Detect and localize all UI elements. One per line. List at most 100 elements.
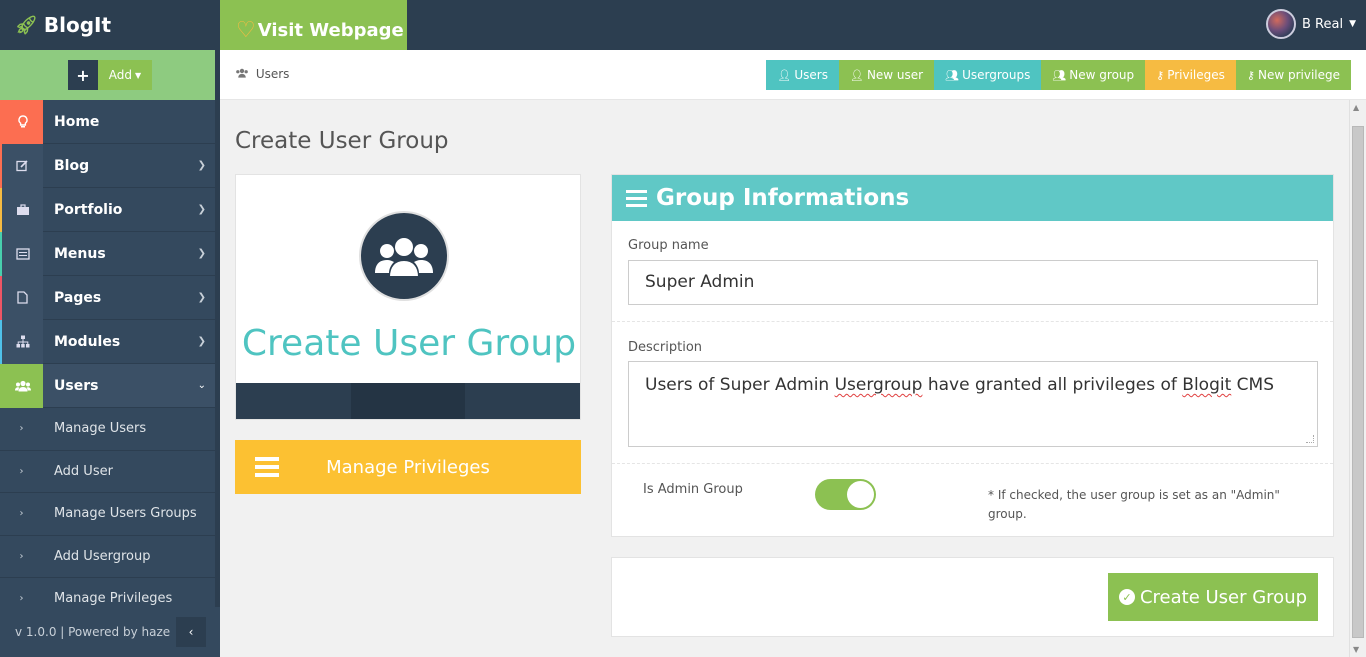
key-icon: ⚷ <box>1246 68 1255 82</box>
edit-icon <box>0 143 43 188</box>
visit-webpage-button[interactable]: ♡ Visit Webpage <box>220 0 407 50</box>
quick-new-privilege-button[interactable]: ⚷ New privilege <box>1235 60 1351 90</box>
sidebar-subitem-label: Add User <box>54 463 113 479</box>
sitemap-icon <box>0 319 43 364</box>
group-name-label: Group name <box>628 238 709 253</box>
action-panel: ✓ Create User Group <box>611 557 1334 637</box>
add-button-group: + Add ▼ <box>68 60 152 90</box>
sidebar-item-users[interactable]: Users ⌄ <box>0 363 220 408</box>
version-text: v 1.0.0 | Powered by haze <box>15 625 171 639</box>
menu-icon <box>626 189 647 207</box>
user-menu[interactable]: B Real ▼ <box>1266 9 1356 39</box>
sidebar-scroll-edge <box>215 50 220 607</box>
user-name: B Real <box>1302 16 1344 32</box>
panel-title: Group Informations <box>656 185 910 211</box>
manage-privileges-button[interactable]: Manage Privileges <box>235 440 581 494</box>
create-user-group-button[interactable]: ✓ Create User Group <box>1108 573 1318 621</box>
brand-logo[interactable]: 🚀︎ BlogIt <box>0 0 220 50</box>
visit-webpage-label: Visit Webpage <box>257 19 404 41</box>
avatar <box>1266 9 1296 39</box>
sidebar-subitem-add-usergroup[interactable]: › Add Usergroup <box>0 535 220 578</box>
group-name-input[interactable]: Super Admin <box>628 260 1318 305</box>
card-footer-cell <box>350 383 466 419</box>
chevron-right-icon: › <box>19 423 24 435</box>
breadcrumb-bar: Users 👤︎ Users 👤︎ New user 👥︎ Usergroups… <box>220 50 1366 100</box>
sidebar-item-label: Portfolio <box>54 201 123 218</box>
sidebar-item-label: Blog <box>54 157 90 174</box>
sidebar-subitem-label: Manage Privileges <box>54 591 173 607</box>
quick-privileges-label: Privileges <box>1167 68 1225 82</box>
create-user-group-label: Create User Group <box>1139 586 1308 608</box>
scroll-thumb[interactable] <box>1352 126 1364 638</box>
chevron-down-icon: ❯ <box>197 204 206 215</box>
sidebar-subitem-manage-users[interactable]: › Manage Users <box>0 408 220 451</box>
users-icon: 👥︎ <box>945 68 960 82</box>
users-icon <box>235 67 253 81</box>
sidebar-item-home[interactable]: Home <box>0 99 220 144</box>
description-text: Users of Super Admin <box>645 375 835 395</box>
chevron-down-icon: ❯ <box>197 160 206 171</box>
quick-users-button[interactable]: 👤︎ Users <box>766 60 839 90</box>
description-text: CMS <box>1231 375 1274 395</box>
users-icon: 👥︎ <box>1052 68 1067 82</box>
add-plus-button[interactable]: + <box>68 60 98 90</box>
sidebar-subitem-add-user[interactable]: › Add User <box>0 450 220 493</box>
divider <box>612 321 1333 322</box>
quick-privileges-button[interactable]: ⚷ Privileges <box>1145 60 1236 90</box>
sidebar-item-label: Users <box>54 377 99 394</box>
add-dropdown-button[interactable]: Add ▼ <box>98 60 152 90</box>
quick-new-group-button[interactable]: 👥︎ New group <box>1041 60 1146 90</box>
is-admin-help: * If checked, the user group is set as a… <box>988 488 1280 521</box>
user-icon: 👤︎ <box>777 68 792 82</box>
chevron-right-icon: › <box>19 465 24 477</box>
is-admin-toggle[interactable] <box>815 479 876 510</box>
file-icon <box>0 275 43 320</box>
quick-usergroups-label: Usergroups <box>962 68 1031 82</box>
quick-users-label: Users <box>794 68 828 82</box>
quick-new-user-label: New user <box>866 68 924 82</box>
sidebar-subitem-label: Add Usergroup <box>54 548 151 564</box>
is-admin-label: Is Admin Group <box>643 482 743 497</box>
resize-handle[interactable] <box>1306 435 1314 443</box>
quick-new-group-label: New group <box>1069 68 1135 82</box>
quick-usergroups-button[interactable]: 👥︎ Usergroups <box>934 60 1042 90</box>
sidebar-item-modules[interactable]: Modules ❯ <box>0 319 220 364</box>
sidebar: + Add ▼ Home Blog ❯ Portfolio ❯ Menus ❯ <box>0 50 220 657</box>
scroll-up-icon[interactable]: ▲ <box>1353 103 1359 112</box>
caret-down-icon: ▼ <box>135 70 142 80</box>
menu-icon <box>235 457 295 477</box>
card-footer <box>236 383 581 419</box>
sidebar-item-pages[interactable]: Pages ❯ <box>0 275 220 320</box>
sidebar-item-label: Home <box>54 113 100 130</box>
sidebar-item-blog[interactable]: Blog ❯ <box>0 143 220 188</box>
user-icon: 👤︎ <box>849 68 864 82</box>
group-info-panel: Group Informations Group name Super Admi… <box>611 174 1334 537</box>
sidebar-subitem-label: Manage Users <box>54 421 147 437</box>
chevron-right-icon: › <box>19 593 24 605</box>
collapse-sidebar-button[interactable]: ‹ <box>176 617 206 647</box>
sidebar-item-portfolio[interactable]: Portfolio ❯ <box>0 187 220 232</box>
users-icon <box>0 363 43 408</box>
key-icon: ⚷ <box>1156 68 1165 82</box>
card-title: Create User Group <box>241 323 577 364</box>
check-circle-icon: ✓ <box>1118 589 1135 605</box>
sidebar-subitem-label: Manage Users Groups <box>54 506 197 522</box>
users-icon <box>359 211 449 301</box>
heart-icon: ♡ <box>236 17 256 43</box>
breadcrumb: Users <box>235 67 289 81</box>
sidebar-item-label: Modules <box>54 333 121 350</box>
add-dropdown-label: Add <box>108 68 133 82</box>
sidebar-footer: v 1.0.0 | Powered by haze ‹ <box>0 607 220 657</box>
scroll-down-icon[interactable]: ▼ <box>1353 645 1359 654</box>
lightbulb-icon <box>0 99 43 144</box>
add-bar: + Add ▼ <box>0 50 220 100</box>
description-text: Blogit <box>1182 375 1232 395</box>
sidebar-item-menus[interactable]: Menus ❯ <box>0 231 220 276</box>
manage-privileges-label: Manage Privileges <box>326 456 490 478</box>
page-scrollbar[interactable]: ▲ ▼ <box>1349 100 1366 657</box>
sidebar-subitem-manage-users-groups[interactable]: › Manage Users Groups <box>0 493 220 536</box>
description-textarea[interactable]: Users of Super Admin Usergroup have gran… <box>628 361 1318 447</box>
quick-new-user-button[interactable]: 👤︎ New user <box>838 60 935 90</box>
breadcrumb-current[interactable]: Users <box>256 67 290 81</box>
sidebar-item-label: Menus <box>54 245 106 262</box>
